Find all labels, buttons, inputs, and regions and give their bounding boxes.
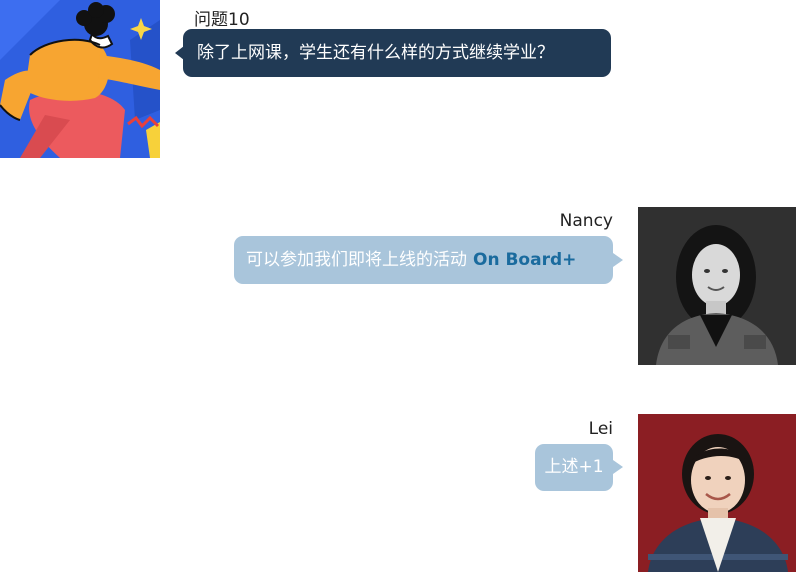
question-avatar-illustration [0, 0, 160, 158]
reply-text-nancy: 可以参加我们即将上线的活动 [246, 249, 467, 270]
author-name-lei: Lei [588, 419, 613, 439]
reply-bubble-nancy: 可以参加我们即将上线的活动 On Board+ [234, 236, 613, 284]
author-name-nancy: Nancy [559, 211, 613, 231]
avatar-nancy [638, 207, 796, 365]
reply-bubble-tail-lei [613, 460, 623, 474]
reply-text-lei: 上述+1 [544, 457, 604, 477]
event-link-onboard[interactable]: On Board+ [473, 251, 576, 269]
reply-bubble-lei: 上述+1 [535, 444, 613, 491]
question-text: 除了上网课，学生还有什么样的方式继续学业？ [197, 42, 554, 63]
question-label: 问题10 [194, 10, 250, 30]
question-bubble: 除了上网课，学生还有什么样的方式继续学业？ [183, 29, 611, 77]
reply-bubble-tail-nancy [613, 253, 623, 267]
avatar-lei [638, 414, 796, 572]
